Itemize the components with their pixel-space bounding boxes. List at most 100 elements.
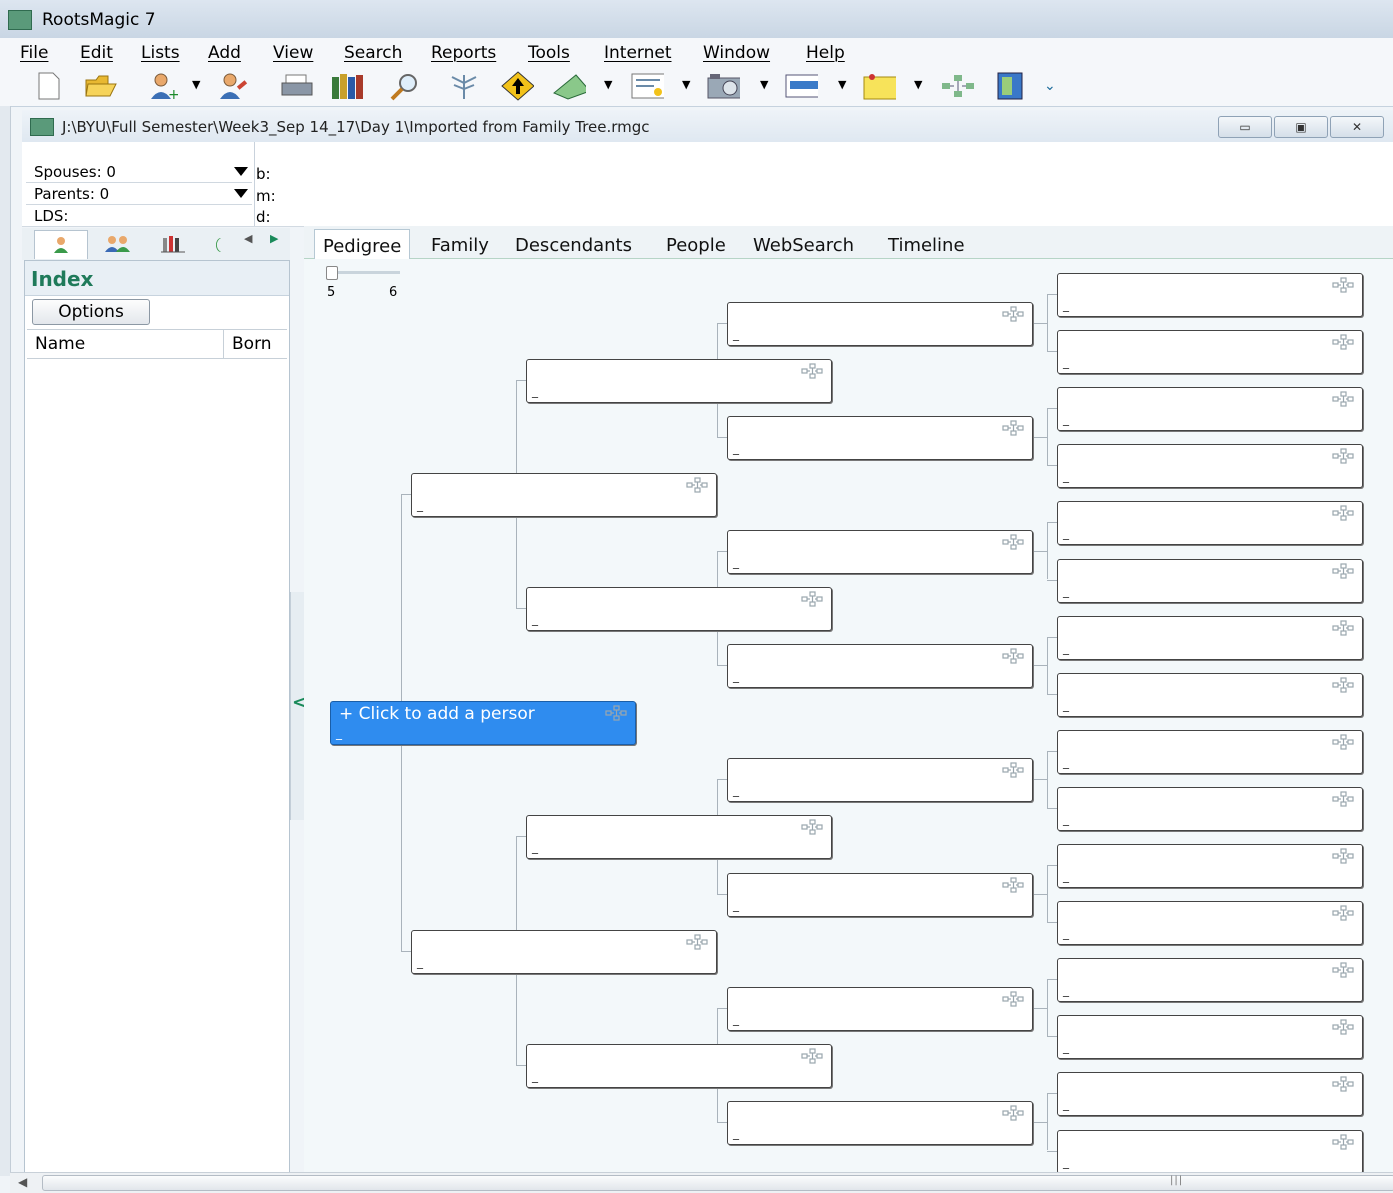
family-tree-icon[interactable]	[1332, 905, 1354, 921]
family-tree-icon[interactable]	[801, 363, 823, 379]
publish-dropdown[interactable]: ▼	[604, 78, 612, 91]
ancestor-box[interactable]: _	[1057, 501, 1363, 546]
ancestor-box[interactable]: _	[526, 815, 832, 860]
search-icon[interactable]	[388, 70, 422, 102]
ancestor-box[interactable]: _	[1057, 615, 1363, 660]
add-person-dropdown[interactable]: ▼	[192, 78, 200, 91]
ancestor-box[interactable]: _	[1057, 729, 1363, 774]
sources-tab[interactable]	[148, 230, 200, 258]
ancestor-box[interactable]: _	[1057, 444, 1363, 489]
ancestor-box[interactable]: _	[727, 1100, 1033, 1145]
ancestor-box[interactable]: _	[411, 472, 717, 517]
ancestor-box[interactable]: _	[1057, 273, 1363, 317]
family-tree-icon[interactable]	[940, 70, 974, 102]
slider-thumb[interactable]	[326, 266, 338, 280]
family-tree-icon[interactable]	[1332, 734, 1354, 750]
ancestor-box[interactable]: _	[727, 872, 1033, 917]
close-button[interactable]: ✕	[1330, 116, 1384, 138]
ancestor-box[interactable]: _	[411, 929, 717, 974]
family-tree-icon[interactable]	[686, 477, 708, 493]
menu-file[interactable]: File	[20, 43, 48, 63]
tree-icon[interactable]	[446, 70, 480, 102]
scroll-left-icon[interactable]: ◀	[18, 1175, 27, 1189]
family-tree-icon[interactable]	[1332, 505, 1354, 521]
tab-descendants[interactable]: Descendants	[515, 235, 632, 256]
family-tree-icon[interactable]	[801, 591, 823, 607]
family-tree-icon[interactable]	[1332, 448, 1354, 464]
family-tree-icon[interactable]	[1332, 791, 1354, 807]
ancestor-box[interactable]: _	[727, 415, 1033, 460]
family-tree-icon[interactable]	[1002, 876, 1024, 893]
family-tree-icon[interactable]	[1002, 420, 1024, 436]
family-tree-icon[interactable]	[801, 819, 823, 836]
menu-lists[interactable]: Lists	[141, 43, 180, 63]
ancestor-box[interactable]: _	[727, 758, 1033, 803]
family-tree-icon[interactable]	[1002, 648, 1024, 664]
menu-reports[interactable]: Reports	[431, 43, 496, 63]
family-tree-icon[interactable]	[1332, 619, 1354, 636]
scrollbar-thumb[interactable]	[42, 1175, 1393, 1191]
family-tree-icon[interactable]	[1002, 991, 1024, 1007]
generations-slider[interactable]	[326, 266, 400, 280]
family-tree-icon[interactable]	[686, 934, 708, 950]
family-tree-icon[interactable]	[1002, 305, 1024, 322]
open-folder-icon[interactable]	[84, 70, 118, 102]
menu-add[interactable]: Add	[208, 43, 241, 63]
ancestor-box[interactable]: _	[727, 644, 1033, 689]
tab-family[interactable]: Family	[431, 235, 489, 256]
tab-websearch[interactable]: WebSearch	[753, 235, 854, 256]
family-tree-icon[interactable]	[1332, 277, 1354, 293]
ancestor-box[interactable]: _	[1057, 1129, 1363, 1172]
person-list-tab[interactable]	[34, 230, 88, 259]
family-tree-icon[interactable]	[1332, 391, 1354, 407]
add-person-icon[interactable]: +	[146, 70, 180, 102]
family-tree-icon[interactable]	[1332, 334, 1354, 350]
tabs-scroll-left-icon[interactable]: ◀	[244, 232, 252, 245]
note-dropdown[interactable]: ▼	[914, 78, 922, 91]
exit-icon[interactable]	[994, 70, 1028, 102]
certificate-dropdown[interactable]: ▼	[682, 78, 690, 91]
screen-dropdown[interactable]: ▼	[838, 78, 846, 91]
ancestor-box[interactable]: _	[526, 358, 832, 403]
families-tab[interactable]	[92, 230, 144, 258]
spouses-selector[interactable]: Spouses: 0	[26, 162, 252, 183]
menu-view[interactable]: View	[273, 43, 313, 63]
ancestor-box[interactable]: _	[1057, 958, 1363, 1003]
horizontal-scrollbar[interactable]: ◀ |||	[10, 1172, 1393, 1193]
places-tab[interactable]	[204, 230, 228, 258]
menu-internet[interactable]: Internet	[604, 43, 672, 63]
publish-icon[interactable]	[552, 70, 586, 102]
family-tree-icon[interactable]	[605, 705, 627, 721]
ancestor-box[interactable]: _	[1057, 330, 1363, 375]
family-tree-icon[interactable]	[1332, 1019, 1354, 1035]
primary-person-box[interactable]: + Click to add a persor _	[330, 701, 636, 746]
tab-timeline[interactable]: Timeline	[888, 235, 965, 256]
family-tree-icon[interactable]	[1332, 1133, 1354, 1150]
tabs-scroll-right-icon[interactable]: ▶	[270, 232, 278, 245]
ancestor-box[interactable]: _	[1057, 387, 1363, 432]
family-tree-icon[interactable]	[1332, 848, 1354, 864]
camera-icon[interactable]	[706, 70, 740, 102]
family-tree-icon[interactable]	[1332, 562, 1354, 579]
note-icon[interactable]	[862, 70, 896, 102]
ancestor-box[interactable]: _	[1057, 672, 1363, 717]
maximize-button[interactable]: ▣	[1274, 116, 1328, 138]
options-button[interactable]: Options	[32, 299, 150, 325]
books-icon[interactable]	[330, 70, 364, 102]
menu-help[interactable]: Help	[806, 43, 845, 63]
menu-tools[interactable]: Tools	[528, 43, 570, 63]
ancestor-box[interactable]: _	[727, 301, 1033, 346]
ancestor-box[interactable]: _	[1057, 1015, 1363, 1060]
ancestor-box[interactable]: _	[526, 1043, 832, 1088]
family-tree-icon[interactable]	[1002, 762, 1024, 778]
ancestor-box[interactable]: _	[1057, 1072, 1363, 1117]
born-column-header[interactable]: Born	[223, 330, 272, 358]
screen-icon[interactable]	[784, 70, 818, 102]
tab-people[interactable]: People	[666, 235, 726, 256]
family-tree-icon[interactable]	[1332, 677, 1354, 693]
print-icon[interactable]	[280, 70, 314, 102]
minimize-button[interactable]: ▭	[1218, 116, 1272, 138]
ancestor-box[interactable]: _	[1057, 558, 1363, 603]
ancestor-box[interactable]: _	[1057, 844, 1363, 888]
camera-dropdown[interactable]: ▼	[760, 78, 768, 91]
